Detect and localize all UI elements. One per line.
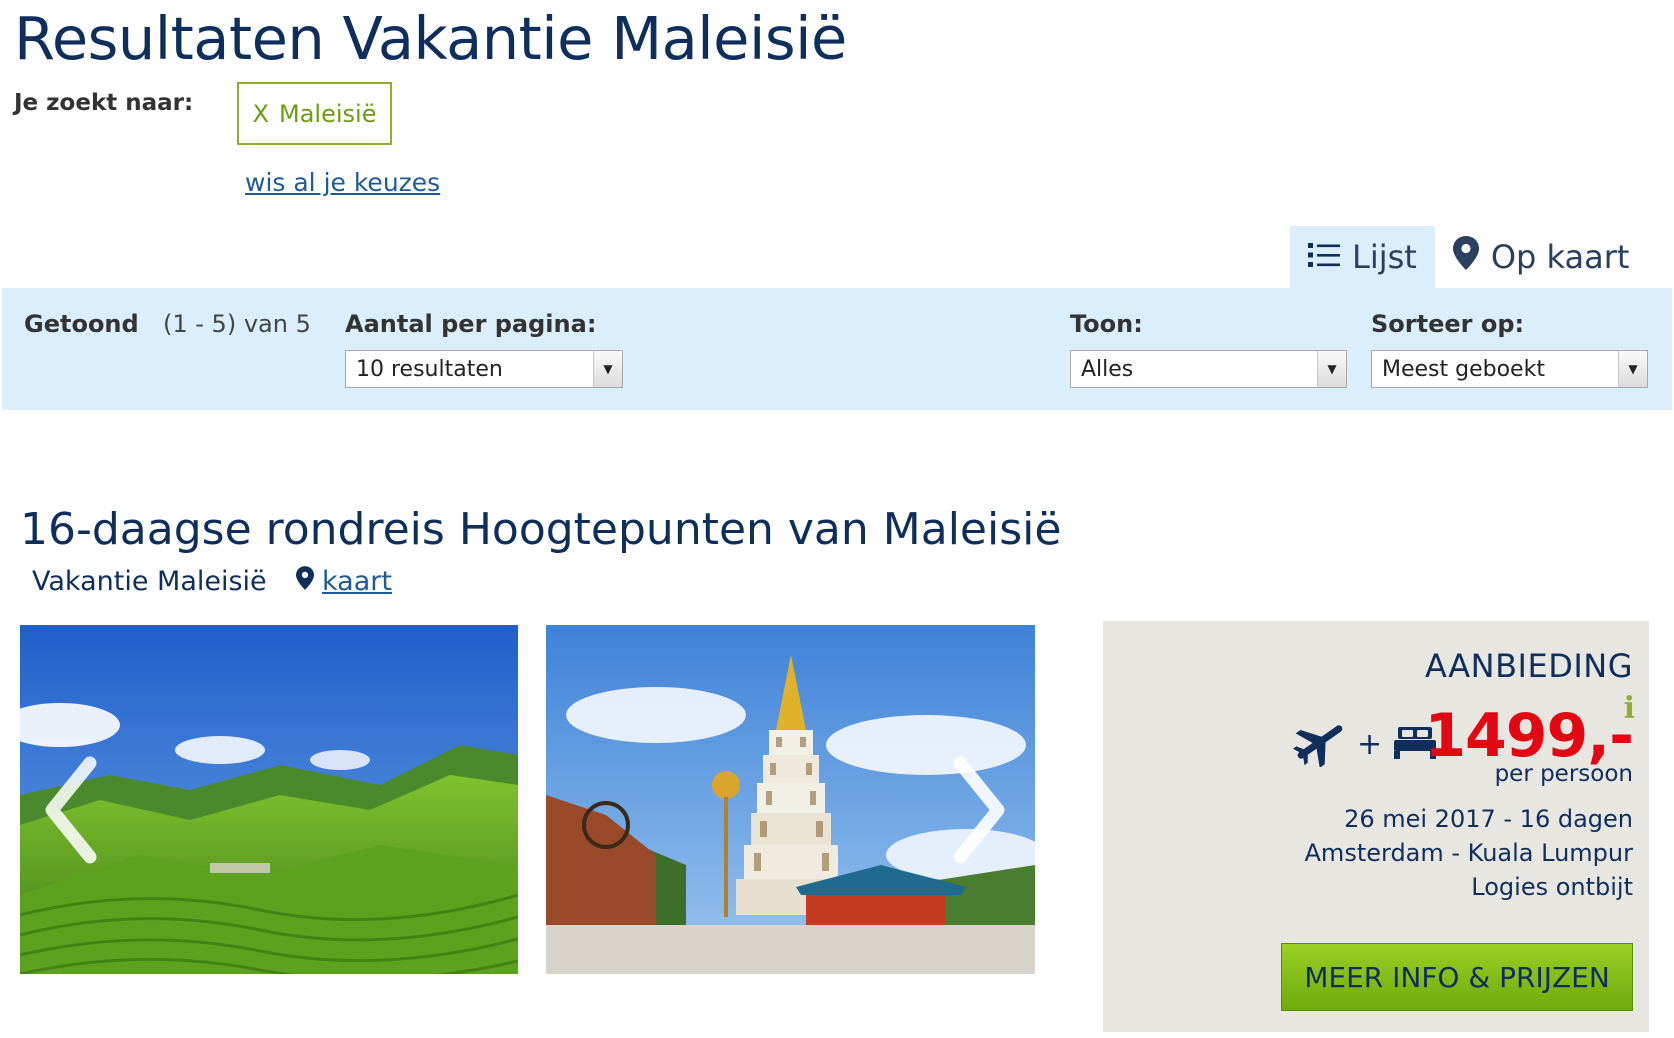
tab-map[interactable]: Op kaart	[1435, 226, 1648, 288]
shown-count: (1 - 5) van 5	[163, 310, 311, 338]
per-page-value: 10 resultaten	[356, 356, 503, 382]
filter-bar: Getoond (1 - 5) van 5 Aantal per pagina:…	[2, 288, 1672, 410]
per-page-select[interactable]: 10 resultaten ▼	[345, 350, 623, 388]
show-select[interactable]: Alles ▼	[1070, 350, 1347, 388]
map-link-label: kaart	[322, 566, 392, 597]
per-person-label: per persoon	[1494, 761, 1633, 787]
sort-label: Sorteer op:	[1371, 310, 1525, 338]
sort-select[interactable]: Meest geboekt ▼	[1371, 350, 1648, 388]
dropdown-arrow-icon: ▼	[593, 351, 622, 387]
per-page-label: Aantal per pagina:	[345, 310, 597, 338]
tab-list[interactable]: Lijst	[1290, 226, 1435, 288]
chevron-left-icon	[45, 756, 97, 864]
board-type: Logies ontbijt	[1471, 873, 1633, 901]
map-pin-icon	[1452, 236, 1479, 278]
dropdown-arrow-icon: ▼	[1618, 351, 1647, 387]
filter-chip-label: Maleisië	[279, 99, 377, 128]
show-label: Toon:	[1070, 310, 1143, 338]
date-duration: 26 mei 2017 - 16 dagen	[1344, 805, 1633, 833]
view-tabs: Lijst Op kaart	[1290, 226, 1647, 288]
list-icon	[1308, 238, 1340, 276]
result-destination: Vakantie Maleisië	[32, 566, 267, 597]
remove-filter-chip[interactable]: X Maleisië	[237, 82, 392, 145]
chevron-right-icon	[953, 756, 1005, 864]
tab-map-label: Op kaart	[1490, 238, 1630, 276]
offer-box: AANBIEDING + 1499,- i per persoon 26 mei…	[1103, 621, 1649, 1032]
info-icon[interactable]: i	[1624, 691, 1635, 726]
airplane-icon	[1292, 717, 1347, 771]
offer-label: AANBIEDING	[1424, 647, 1633, 685]
shown-label: Getoond	[24, 310, 139, 338]
result-title[interactable]: 16-daagse rondreis Hoogtepunten van Male…	[20, 504, 1061, 555]
carousel-prev-button[interactable]	[38, 755, 108, 865]
map-pin-icon	[296, 566, 314, 597]
search-label: Je zoekt naar:	[14, 90, 194, 116]
map-link[interactable]: kaart	[296, 566, 392, 597]
remove-icon: X	[252, 99, 269, 128]
clear-choices-link[interactable]: wis al je keuzes	[245, 168, 440, 197]
more-info-prices-button[interactable]: MEER INFO & PRIJZEN	[1281, 943, 1633, 1011]
carousel-next-button[interactable]	[942, 755, 1012, 865]
dropdown-arrow-icon: ▼	[1317, 351, 1346, 387]
route: Amsterdam - Kuala Lumpur	[1304, 839, 1633, 867]
tab-list-label: Lijst	[1352, 238, 1417, 276]
page-title: Resultaten Vakantie Maleisië	[14, 4, 847, 73]
plus-sign: +	[1357, 726, 1383, 762]
sort-value: Meest geboekt	[1382, 356, 1545, 382]
package-icons: +	[1292, 717, 1438, 771]
show-value: Alles	[1081, 356, 1134, 382]
